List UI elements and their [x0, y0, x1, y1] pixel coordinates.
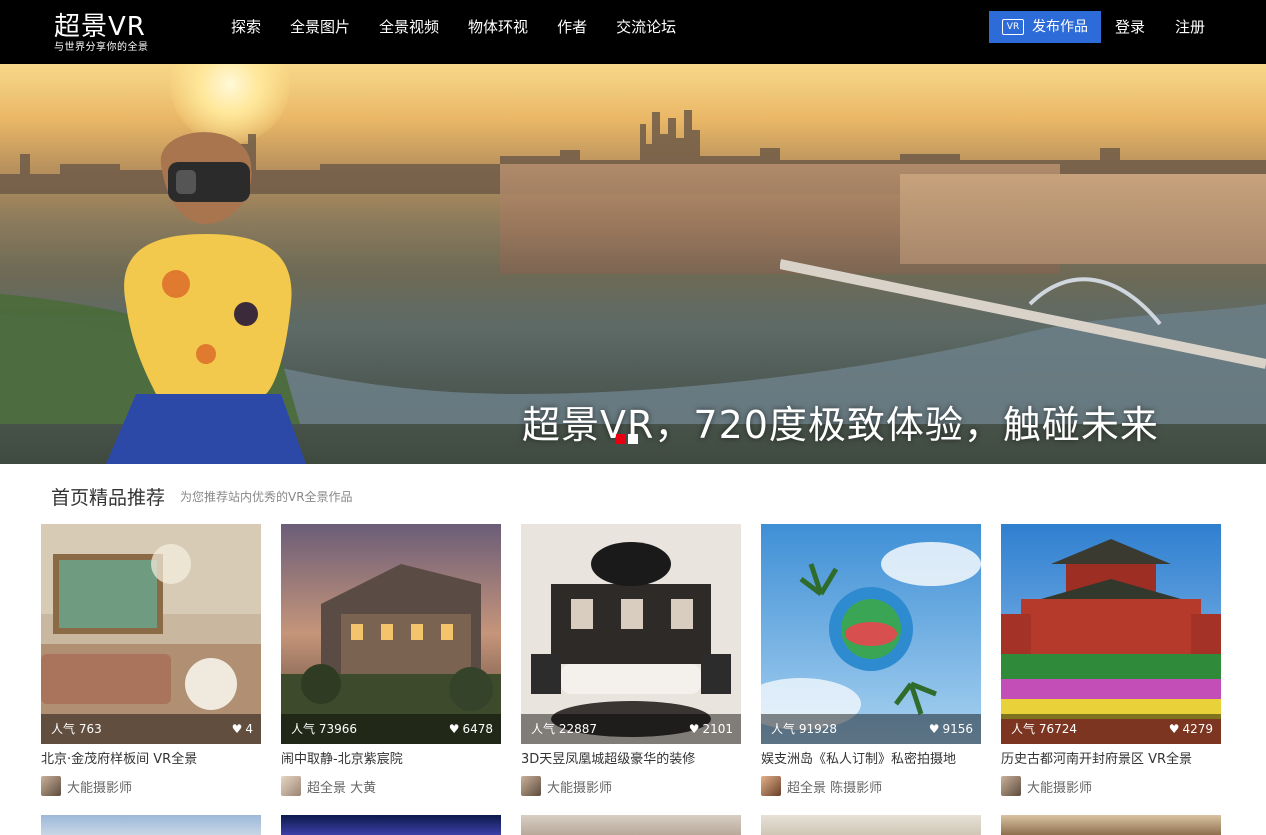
work-title[interactable]: 北京·金茂府样板间 VR全景 [41, 750, 261, 770]
work-card[interactable]: 人气 763 ♥ 4 北京·金茂府样板间 VR全景 大能摄影师 [41, 524, 261, 796]
carousel-dot-1[interactable] [616, 434, 626, 444]
work-author[interactable]: 超全景 陈摄影师 [761, 776, 981, 796]
logo-tagline: 与世界分享你的全景 [54, 42, 149, 53]
nav-object-view[interactable]: 物体环视 [468, 0, 528, 64]
heart-icon: ♥ [448, 722, 460, 736]
top-navbar: 超景VR 与世界分享你的全景 探索 全景图片 全景视频 物体环视 作者 交流论坛… [0, 0, 1266, 64]
thumbnail-image [521, 524, 741, 744]
nav-panorama-videos[interactable]: 全景视频 [379, 0, 439, 64]
likes-count: 6478 [462, 722, 493, 736]
popularity-count: 人气 91928 [771, 722, 837, 736]
likes-count: 2101 [702, 722, 733, 736]
popularity-count: 人气 763 [51, 722, 102, 736]
thumbnail-image [761, 524, 981, 744]
likes[interactable]: ♥ 4279 [1169, 714, 1213, 744]
author-name: 大能摄影师 [67, 780, 133, 796]
nav-forum[interactable]: 交流论坛 [616, 0, 676, 64]
hero-banner[interactable]: 超景VR，720度极致体验，触碰未来 [0, 64, 1266, 464]
work-author[interactable]: 大能摄影师 [41, 776, 261, 796]
work-stats-bar: 人气 763 ♥ 4 [41, 714, 261, 744]
work-thumbnail[interactable]: 人气 91928 ♥ 9156 [761, 524, 981, 744]
heart-icon: ♥ [928, 722, 940, 736]
carousel-dot-2[interactable] [628, 434, 638, 444]
work-title[interactable]: 闹中取静-北京紫宸院 [281, 750, 501, 770]
work-title[interactable]: 历史古都河南开封府景区 VR全景 [1001, 750, 1221, 770]
likes-count: 9156 [942, 722, 973, 736]
publish-button[interactable]: VR 发布作品 [989, 11, 1101, 43]
register-link[interactable]: 注册 [1175, 0, 1205, 54]
avatar [281, 776, 301, 796]
work-thumbnail[interactable]: 人气 763 ♥ 4 [41, 524, 261, 744]
avatar [521, 776, 541, 796]
work-stats-bar: 人气 73966 ♥ 6478 [281, 714, 501, 744]
work-card-partial[interactable] [1001, 815, 1221, 835]
work-title[interactable]: 3D天昱凤凰城超级豪华的装修 [521, 750, 741, 770]
section-subtitle: 为您推荐站内优秀的VR全景作品 [180, 490, 353, 504]
likes[interactable]: ♥ 6478 [449, 714, 493, 744]
likes-count: 4279 [1182, 722, 1213, 736]
author-name: 大能摄影师 [1027, 780, 1093, 796]
thumbnail-image [41, 524, 261, 744]
work-card-partial[interactable] [521, 815, 741, 835]
work-stats-bar: 人气 22887 ♥ 2101 [521, 714, 741, 744]
work-title[interactable]: 娱支洲岛《私人订制》私密拍摄地 [761, 750, 981, 770]
work-stats-bar: 人气 91928 ♥ 9156 [761, 714, 981, 744]
work-card[interactable]: 人气 73966 ♥ 6478 闹中取静-北京紫宸院 超全景 大黄 [281, 524, 501, 796]
work-card-partial[interactable] [281, 815, 501, 835]
site-logo[interactable]: 超景VR 与世界分享你的全景 [54, 6, 164, 56]
bridge [780, 259, 1266, 369]
work-thumbnail[interactable]: 人气 22887 ♥ 2101 [521, 524, 741, 744]
login-link[interactable]: 登录 [1115, 0, 1145, 54]
popularity-count: 人气 73966 [291, 722, 357, 736]
author-name: 超全景 大黄 [307, 780, 377, 796]
nav-explore[interactable]: 探索 [231, 0, 261, 64]
heart-icon: ♥ [231, 722, 243, 736]
popularity-count: 人气 76724 [1011, 722, 1077, 736]
avatar [41, 776, 61, 796]
vr-icon: VR [1002, 19, 1024, 35]
nav-authors[interactable]: 作者 [557, 0, 587, 64]
publish-label: 发布作品 [1032, 19, 1088, 35]
work-card[interactable]: 人气 76724 ♥ 4279 历史古都河南开封府景区 VR全景 大能摄影师 [1001, 524, 1221, 796]
likes[interactable]: ♥ 9156 [929, 714, 973, 744]
avatar [761, 776, 781, 796]
avatar [1001, 776, 1021, 796]
carousel-dots [616, 434, 640, 444]
heart-icon: ♥ [688, 722, 700, 736]
section-title: 首页精品推荐 [51, 487, 166, 509]
nav-panorama-images[interactable]: 全景图片 [290, 0, 350, 64]
main-nav: 探索 全景图片 全景视频 物体环视 作者 交流论坛 [231, 0, 705, 64]
work-card-partial[interactable] [761, 815, 981, 835]
likes-count: 4 [245, 722, 253, 736]
thumbnail-image [281, 524, 501, 744]
woman-with-vr-headset [106, 132, 306, 464]
likes[interactable]: ♥ 4 [232, 714, 253, 744]
work-thumbnail[interactable]: 人气 76724 ♥ 4279 [1001, 524, 1221, 744]
work-author[interactable]: 大能摄影师 [1001, 776, 1221, 796]
popularity-count: 人气 22887 [531, 722, 597, 736]
work-author[interactable]: 大能摄影师 [521, 776, 741, 796]
work-stats-bar: 人气 76724 ♥ 4279 [1001, 714, 1221, 744]
likes[interactable]: ♥ 2101 [689, 714, 733, 744]
work-thumbnail[interactable]: 人气 73966 ♥ 6478 [281, 524, 501, 744]
work-card-partial[interactable] [41, 815, 261, 835]
author-name: 大能摄影师 [547, 780, 613, 796]
work-card[interactable]: 人气 22887 ♥ 2101 3D天昱凤凰城超级豪华的装修 大能摄影师 [521, 524, 741, 796]
author-name: 超全景 陈摄影师 [787, 780, 883, 796]
thumbnail-image [1001, 524, 1221, 744]
work-card[interactable]: 人气 91928 ♥ 9156 娱支洲岛《私人订制》私密拍摄地 超全景 陈摄影师 [761, 524, 981, 796]
heart-icon: ♥ [1168, 722, 1180, 736]
work-author[interactable]: 超全景 大黄 [281, 776, 501, 796]
